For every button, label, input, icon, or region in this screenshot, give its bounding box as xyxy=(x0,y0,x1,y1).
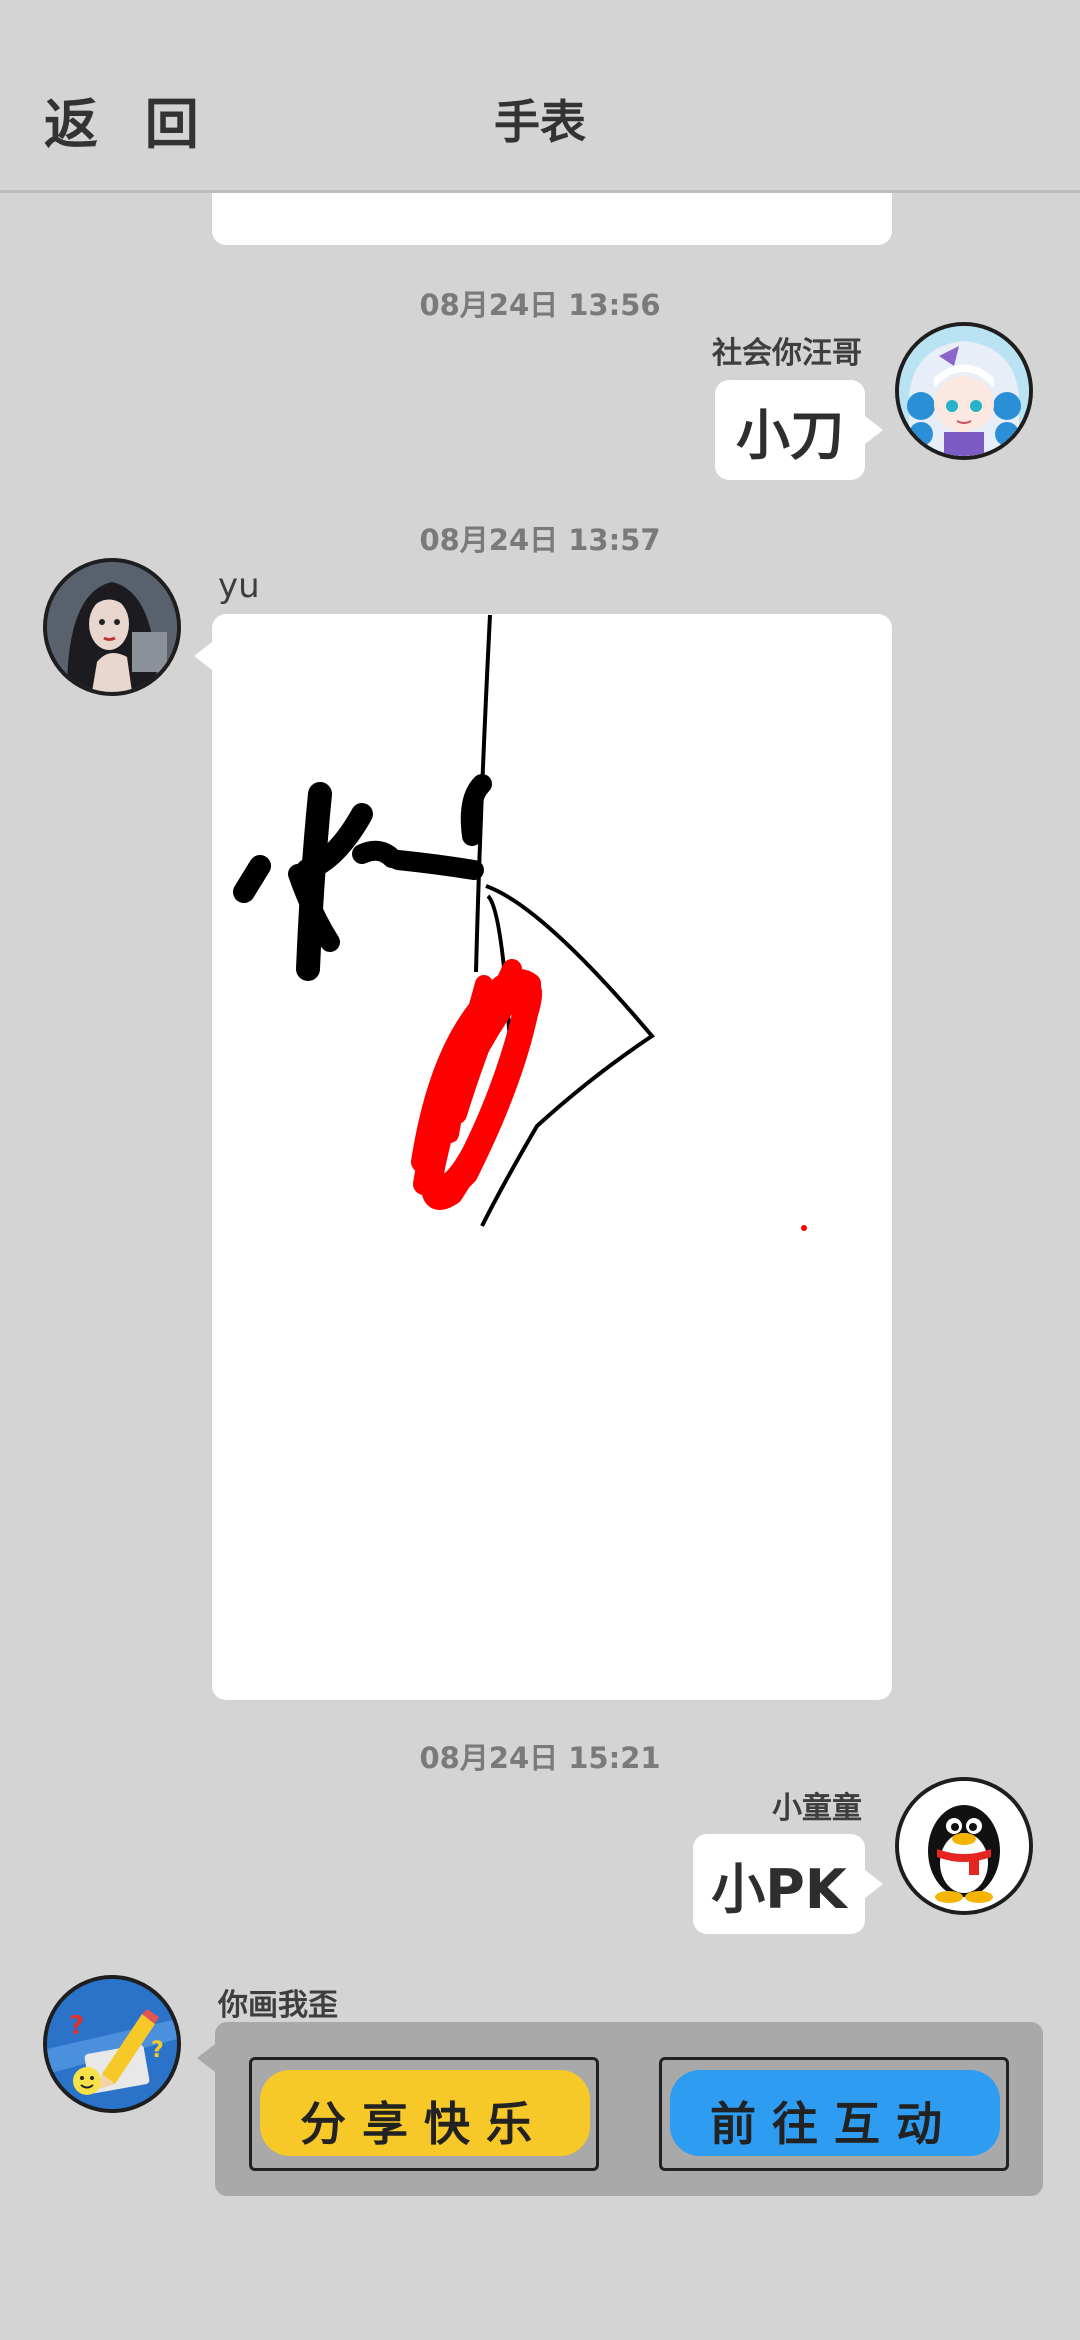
pencil-game-avatar-icon: ? ? xyxy=(47,1979,177,2109)
message-text: 小PK xyxy=(711,1857,847,1921)
avatar[interactable] xyxy=(895,1777,1033,1915)
interact-button-label: 前往互动 xyxy=(710,2097,958,2151)
bubble-tail xyxy=(194,642,212,670)
sender-name: 社会你汪哥 xyxy=(712,336,862,371)
previous-message-card[interactable] xyxy=(212,193,892,245)
timestamp: 08月24日 13:57 xyxy=(419,523,661,557)
message-bubble[interactable]: 小刀 xyxy=(715,380,865,480)
action-card: 分享快乐 前往互动 xyxy=(215,2022,1043,2196)
avatar[interactable] xyxy=(895,322,1033,460)
top-bar: 返 回 手表 xyxy=(0,0,1080,193)
sender-name: yu xyxy=(218,566,260,606)
timestamp: 08月24日 15:21 xyxy=(419,1741,661,1775)
bubble-tail xyxy=(197,2044,215,2072)
sender-name: 你画我歪 xyxy=(218,1988,338,2023)
avatar[interactable]: ? ? xyxy=(43,1975,181,2113)
anime-girl-avatar-icon xyxy=(899,326,1029,456)
bubble-tail xyxy=(865,1870,883,1898)
sender-name: 小童童 xyxy=(772,1791,862,1826)
go-interact-button[interactable]: 前往互动 xyxy=(659,2057,1009,2171)
svg-text:?: ? xyxy=(151,2038,164,2063)
woman-portrait-avatar-icon xyxy=(47,562,177,692)
doodle-drawing xyxy=(233,614,807,1231)
avatar[interactable] xyxy=(43,558,181,696)
page-title: 手表 xyxy=(494,95,586,149)
message-text: 小刀 xyxy=(736,403,844,467)
share-button-label: 分享快乐 xyxy=(300,2097,548,2151)
svg-text:?: ? xyxy=(69,2011,84,2041)
bubble-tail xyxy=(865,416,883,444)
share-happiness-button[interactable]: 分享快乐 xyxy=(249,2057,599,2171)
message-bubble[interactable]: 小PK xyxy=(693,1834,865,1934)
penguin-avatar-icon xyxy=(899,1781,1029,1911)
timestamp: 08月24日 13:56 xyxy=(419,288,661,322)
drawing-message-card[interactable] xyxy=(212,614,892,1700)
